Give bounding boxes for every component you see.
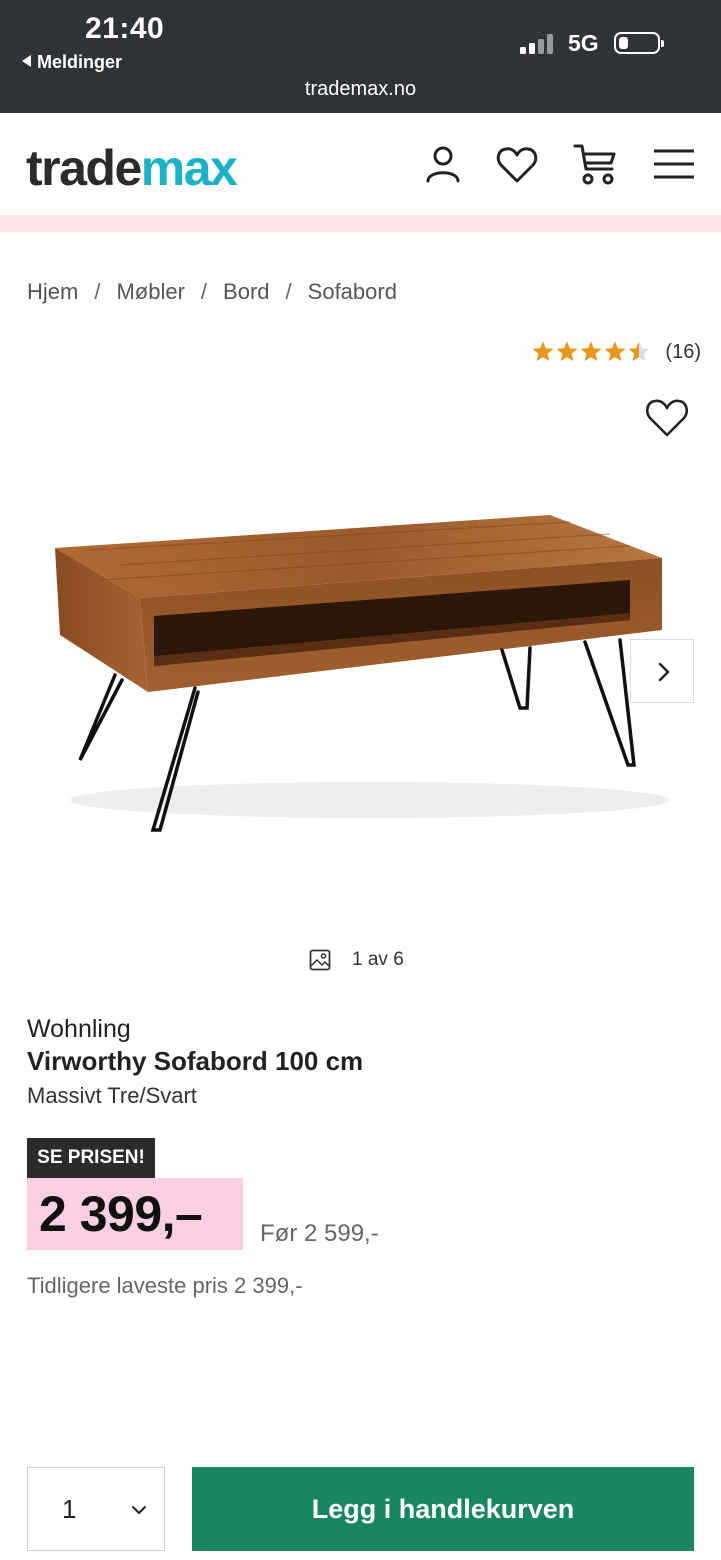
breadcrumb-item-home[interactable]: Hjem — [27, 279, 78, 304]
image-icon — [309, 949, 331, 971]
previous-price: Før 2 599,- — [260, 1220, 379, 1247]
back-arrow-icon — [22, 55, 31, 67]
battery-icon — [614, 32, 664, 54]
status-bar: 21:40 Meldinger 5G trademax.no — [0, 0, 721, 113]
star-icon — [605, 341, 626, 361]
rating-stars — [531, 340, 651, 364]
product-rating[interactable]: (16) — [531, 338, 701, 366]
address-bar-url[interactable]: trademax.no — [0, 78, 721, 101]
gallery-next-button[interactable] — [630, 639, 694, 703]
site-header: trademax — [0, 113, 721, 215]
star-icon — [557, 341, 578, 361]
cart-icon[interactable] — [572, 141, 618, 187]
chevron-right-icon — [658, 662, 670, 682]
quantity-value: 1 — [62, 1494, 77, 1524]
wishlist-heart-icon[interactable] — [643, 394, 691, 440]
add-to-cart-button[interactable]: Legg i handlekurven — [192, 1467, 694, 1551]
product-brand[interactable]: Wohnling — [27, 1015, 131, 1044]
product-variant: Massivt Tre/Svart — [27, 1083, 197, 1108]
network-type: 5G — [568, 30, 599, 56]
image-counter: 1 av 6 — [308, 946, 404, 974]
promo-strip — [0, 215, 721, 232]
product-image[interactable] — [30, 470, 690, 870]
back-label: Meldinger — [37, 52, 123, 72]
breadcrumb-separator: / — [285, 279, 292, 304]
breadcrumb: Hjem / Møbler / Bord / Sofabord — [27, 279, 397, 305]
review-count: (16) — [665, 340, 701, 363]
breadcrumb-item-tables[interactable]: Bord — [223, 279, 269, 304]
menu-icon[interactable] — [651, 141, 697, 187]
breadcrumb-separator: / — [200, 279, 208, 304]
user-icon[interactable] — [420, 141, 466, 187]
lowest-price-note: Tidligere laveste pris 2 399,- — [27, 1273, 303, 1298]
star-icon — [629, 341, 650, 361]
chevron-down-icon — [132, 1506, 146, 1514]
breadcrumb-item-furniture[interactable]: Møbler — [116, 279, 184, 304]
product-price: 2 399,– — [27, 1178, 243, 1250]
back-to-app-link[interactable]: Meldinger — [22, 52, 122, 73]
breadcrumb-item-coffee-tables[interactable]: Sofabord — [308, 279, 397, 304]
signal-icon — [520, 32, 556, 54]
status-time: 21:40 — [85, 12, 165, 45]
trademax-logo[interactable]: trademax — [26, 143, 238, 193]
star-icon — [533, 341, 554, 361]
star-icon — [581, 341, 602, 361]
heart-icon[interactable] — [494, 141, 540, 187]
price-badge: SE PRISEN! — [27, 1138, 155, 1178]
breadcrumb-separator: / — [94, 279, 101, 304]
image-counter-text: 1 av 6 — [352, 949, 404, 970]
product-title: Virworthy Sofabord 100 cm — [27, 1046, 364, 1076]
quantity-select[interactable]: 1 — [27, 1467, 165, 1551]
